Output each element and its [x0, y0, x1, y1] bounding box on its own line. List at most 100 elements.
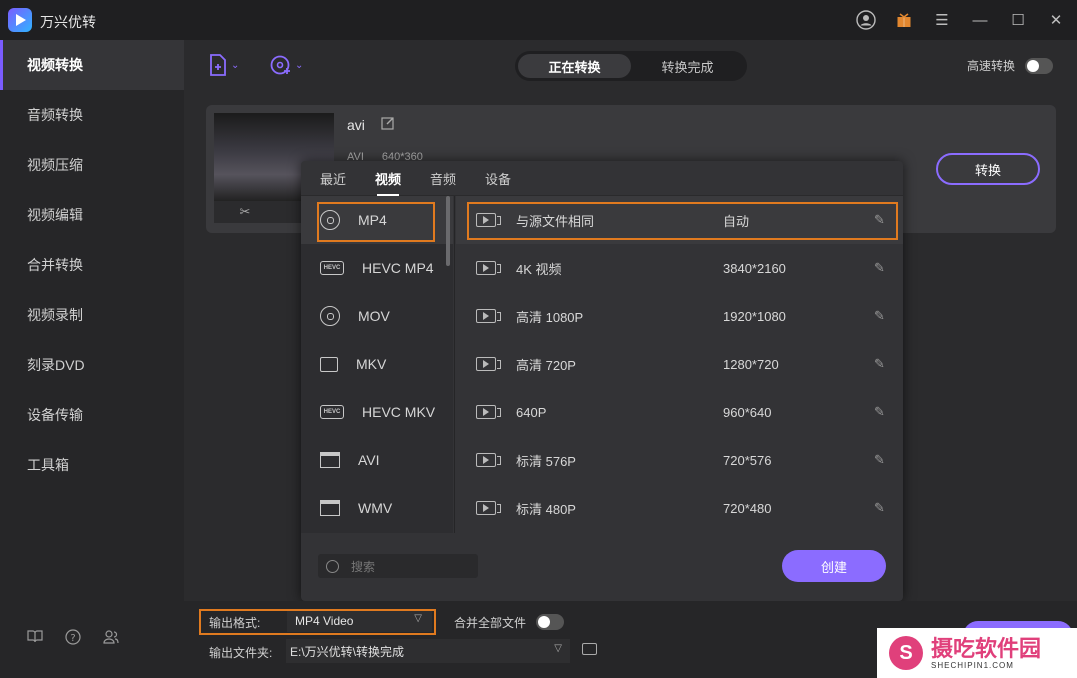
format-search[interactable]: 搜索 [318, 554, 478, 578]
preset-row[interactable]: 高清 1080P 1920*1080 ✎ [456, 292, 903, 340]
format-label: HEVC MKV [362, 404, 436, 420]
format-item-hevc-mp4[interactable]: HEVC HEVC MP4 [301, 244, 453, 292]
edit-icon[interactable]: ✎ [874, 308, 885, 324]
add-file-button[interactable]: ⌄ [208, 54, 239, 76]
preset-value: 720*576 [723, 452, 772, 468]
camera-icon [320, 356, 338, 372]
preset-value: 1280*720 [723, 356, 779, 372]
convert-button[interactable]: 转换 [936, 153, 1040, 185]
tab-converted[interactable]: 转换完成 [631, 54, 744, 78]
sidebar-item-video-convert[interactable]: 视频转换 [0, 40, 184, 90]
edit-icon[interactable]: ✎ [874, 356, 885, 372]
users-icon[interactable] [103, 629, 119, 648]
format-item-mkv[interactable]: MKV [301, 340, 453, 388]
preset-row[interactable]: 4K 视频 3840*2160 ✎ [456, 244, 903, 292]
chevron-down-icon: ▽ [554, 643, 562, 654]
format-tabs: 最近 视频 音频 设备 [301, 161, 903, 196]
output-folder-select[interactable]: E:\万兴优转\转换完成 ▽ [286, 639, 570, 663]
preset-value: 1920*1080 [723, 308, 786, 324]
maximize-icon[interactable]: ☐ [1007, 9, 1029, 31]
help-icon[interactable]: ? [65, 629, 81, 648]
add-dvd-icon [270, 55, 290, 75]
book-icon[interactable] [27, 629, 43, 648]
preset-row[interactable]: 标清 480P 720*480 ✎ [456, 484, 903, 532]
add-file-icon [210, 54, 226, 76]
video-icon [476, 501, 501, 515]
clapper-icon [320, 452, 340, 468]
format-label: MOV [358, 308, 390, 324]
tab-device[interactable]: 设备 [485, 161, 511, 196]
preset-row[interactable]: 640P 960*640 ✎ [456, 388, 903, 436]
format-list-scrollbar[interactable] [446, 196, 450, 266]
sidebar-item-video-edit[interactable]: 视频编辑 [0, 190, 184, 240]
account-icon[interactable] [855, 9, 877, 31]
disc-icon [320, 306, 340, 326]
hevc-icon: HEVC [320, 261, 344, 275]
sidebar-item-burn-dvd[interactable]: 刻录DVD [0, 340, 184, 390]
minimize-icon[interactable]: — [969, 9, 991, 31]
preset-value: 720*480 [723, 500, 772, 516]
chevron-down-icon: ⌄ [295, 59, 304, 71]
create-button[interactable]: 创建 [782, 550, 886, 582]
video-icon [476, 453, 501, 467]
preset-row[interactable]: 标清 576P 720*576 ✎ [456, 436, 903, 484]
edit-icon[interactable]: ✎ [874, 404, 885, 420]
add-dvd-button[interactable]: ⌄ [270, 54, 303, 76]
format-item-hevc-mkv[interactable]: HEVC HEVC MKV [301, 388, 453, 436]
trim-icon[interactable]: ✂ [239, 204, 250, 220]
app-logo-icon [8, 8, 32, 32]
watermark-text: 摄吃软件园 [931, 635, 1042, 661]
svg-text:?: ? [70, 633, 75, 644]
edit-icon[interactable]: ✎ [874, 260, 885, 276]
tab-recent[interactable]: 最近 [320, 161, 346, 196]
output-folder-value: E:\万兴优转\转换完成 [290, 644, 405, 659]
format-label: WMV [358, 500, 393, 516]
watermark: S 摄吃软件园 SHECHIPIN1.COM [877, 628, 1077, 678]
format-item-avi[interactable]: AVI [301, 436, 453, 484]
sidebar-item-toolbox[interactable]: 工具箱 [0, 440, 184, 490]
preset-name: 高清 1080P [516, 309, 584, 325]
sidebar-item-transfer[interactable]: 设备传输 [0, 390, 184, 440]
tab-audio[interactable]: 音频 [430, 161, 456, 196]
menu-icon[interactable]: ☰ [931, 9, 953, 31]
rename-icon[interactable] [381, 116, 395, 133]
edit-icon[interactable]: ✎ [874, 500, 885, 516]
sidebar-item-merge[interactable]: 合并转换 [0, 240, 184, 290]
sidebar-item-video-compress[interactable]: 视频压缩 [0, 140, 184, 190]
tab-video[interactable]: 视频 [375, 161, 401, 196]
tab-converting[interactable]: 正在转换 [518, 54, 631, 78]
highlight-output-format [199, 609, 436, 635]
file-name: avi [347, 117, 365, 133]
highlight-preset [467, 202, 898, 240]
toolbar: ⌄ ⌄ 正在转换 转换完成 高速转换 [184, 40, 1077, 92]
search-placeholder: 搜索 [351, 559, 376, 574]
preset-name: 4K 视频 [516, 261, 562, 277]
preset-value: 3840*2160 [723, 260, 786, 276]
gift-icon[interactable] [893, 9, 915, 31]
format-label: MKV [356, 356, 387, 372]
title-bar: 万兴优转 ☰ — ☐ ✕ [0, 0, 1077, 40]
folder-icon[interactable] [582, 643, 597, 655]
preset-value: 960*640 [723, 404, 772, 420]
preset-name: 高清 720P [516, 357, 576, 373]
high-speed-toggle[interactable] [1025, 57, 1053, 74]
popup-divider [454, 196, 455, 533]
format-list: MP4 HEVC HEVC MP4 MOV MKV HEVC HEVC MKV … [301, 196, 453, 533]
sidebar-item-audio-convert[interactable]: 音频转换 [0, 90, 184, 140]
sidebar: 视频转换 音频转换 视频压缩 视频编辑 合并转换 视频录制 刻录DVD 设备传输… [0, 40, 184, 678]
merge-toggle[interactable] [536, 614, 565, 630]
video-icon [476, 357, 501, 371]
preset-list: 与源文件相同 自动 ✎ 4K 视频 3840*2160 ✎ 高清 1080P 1… [456, 196, 903, 533]
preset-name: 标清 576P [516, 453, 576, 469]
close-icon[interactable]: ✕ [1045, 9, 1067, 31]
format-item-wmv[interactable]: WMV [301, 484, 453, 532]
preset-name: 标清 480P [516, 501, 576, 517]
app-title: 万兴优转 [40, 14, 96, 30]
format-item-mov[interactable]: MOV [301, 292, 453, 340]
preset-row[interactable]: 高清 720P 1280*720 ✎ [456, 340, 903, 388]
format-label: HEVC MP4 [362, 260, 434, 276]
merge-label: 合并全部文件 [454, 616, 527, 630]
sidebar-item-record[interactable]: 视频录制 [0, 290, 184, 340]
output-folder-label: 输出文件夹: [209, 646, 273, 660]
edit-icon[interactable]: ✎ [874, 452, 885, 468]
